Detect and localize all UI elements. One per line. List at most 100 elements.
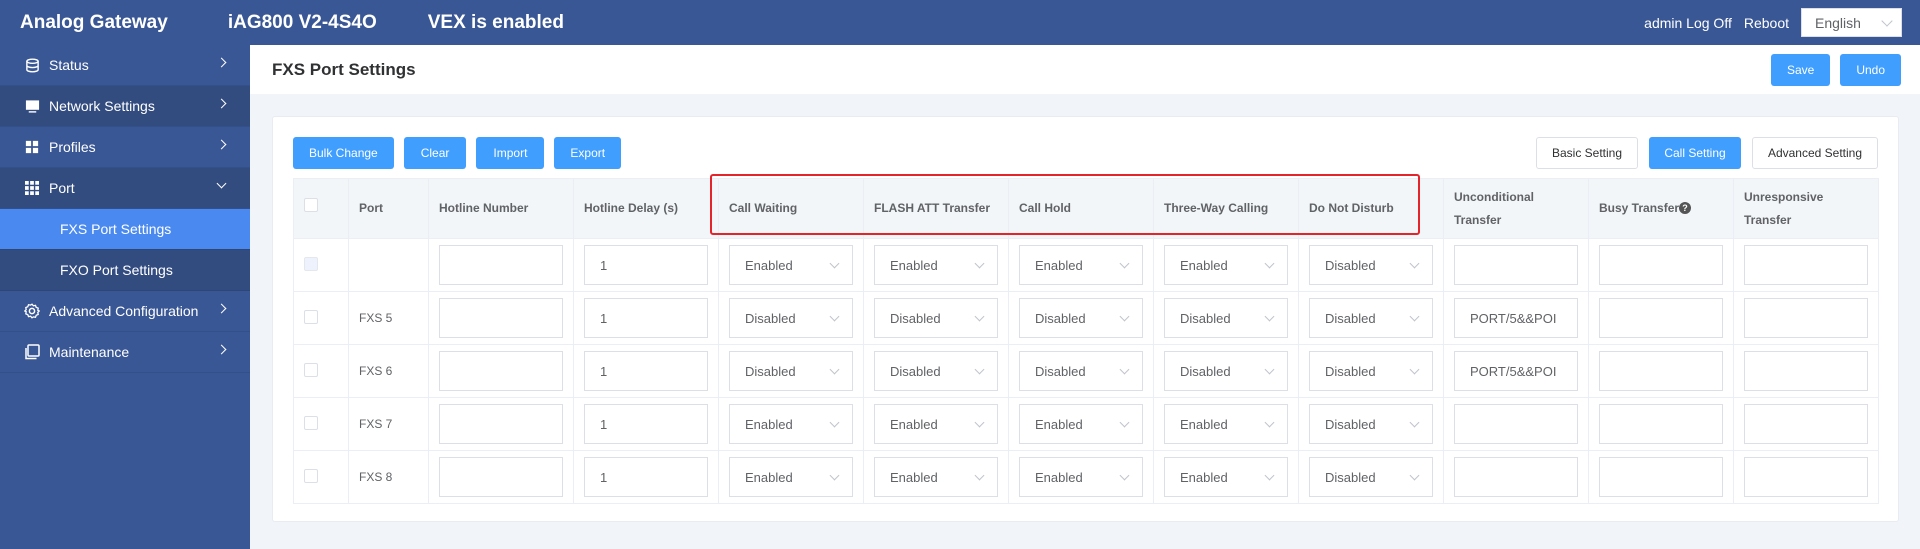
call-hold-select[interactable]: Enabled	[1019, 404, 1143, 444]
sidebar-item-fxo-port-settings[interactable]: FXO Port Settings	[0, 250, 250, 291]
dnd-select[interactable]: Disabled	[1309, 245, 1433, 285]
unresponsive-transfer-input[interactable]	[1744, 404, 1868, 444]
three-way-select[interactable]: Disabled	[1164, 351, 1288, 391]
flash-att-select[interactable]: Enabled	[874, 404, 998, 444]
sidebar-item-label: Port	[49, 180, 75, 196]
call-waiting-select[interactable]: Enabled	[729, 404, 853, 444]
three-way-select[interactable]: Enabled	[1164, 245, 1288, 285]
sidebar-item-network-settings[interactable]: Network Settings	[0, 86, 250, 127]
unresponsive-transfer-input[interactable]	[1744, 457, 1868, 497]
chevron-right-icon	[216, 344, 227, 355]
hotline-number-input[interactable]	[439, 404, 563, 444]
gear-icon	[24, 303, 40, 319]
dnd-select[interactable]: Disabled	[1309, 404, 1433, 444]
select-cell	[293, 397, 349, 451]
reboot-link[interactable]: Reboot	[1744, 15, 1789, 31]
busy-transfer-input[interactable]	[1599, 457, 1723, 497]
select-all-checkbox[interactable]	[304, 198, 318, 212]
call-hold-select[interactable]: Enabled	[1019, 245, 1143, 285]
hotline-number-cell	[428, 450, 574, 504]
hotline-delay-cell	[573, 344, 719, 398]
flash-att-cell: Enabled	[863, 397, 1009, 451]
busy-transfer-input[interactable]	[1599, 298, 1723, 338]
sidebar-item-advanced-configuration[interactable]: Advanced Configuration	[0, 291, 250, 332]
busy-transfer-input[interactable]	[1599, 404, 1723, 444]
unconditional-transfer-input[interactable]	[1454, 298, 1578, 338]
export-button[interactable]: Export	[554, 137, 622, 169]
row-checkbox[interactable]	[304, 309, 318, 324]
hotline-number-input[interactable]	[439, 298, 563, 338]
help-icon[interactable]: ?	[1679, 202, 1692, 214]
three-way-select[interactable]: Enabled	[1164, 457, 1288, 497]
save-button[interactable]: Save	[1770, 53, 1831, 86]
three-way-select[interactable]: Disabled	[1164, 298, 1288, 338]
dnd-select[interactable]: Disabled	[1309, 298, 1433, 338]
hotline-number-input[interactable]	[439, 457, 563, 497]
undo-button[interactable]: Undo	[1840, 53, 1901, 86]
busy-transfer-input[interactable]	[1599, 245, 1723, 285]
select-cell	[293, 450, 349, 504]
table-row: FXS 5 Disabled Disabled Disabled Disabled Dis…	[293, 291, 1879, 345]
unresponsive-transfer-input[interactable]	[1744, 351, 1868, 391]
row-checkbox[interactable]	[304, 362, 318, 377]
call-waiting-cell: Disabled	[718, 344, 864, 398]
tab-call-setting[interactable]: Call Setting	[1649, 137, 1741, 169]
sidebar-item-status[interactable]: Status	[0, 45, 250, 86]
flash-att-select[interactable]: Enabled	[874, 245, 998, 285]
chevron-down-icon	[829, 311, 840, 322]
sidebar-item-profiles[interactable]: Profiles	[0, 127, 250, 168]
call-hold-select[interactable]: Disabled	[1019, 351, 1143, 391]
row-checkbox[interactable]	[304, 415, 318, 430]
header-text: Transfer	[1744, 212, 1792, 227]
row-checkbox[interactable]	[304, 468, 318, 483]
select-value: Enabled	[745, 416, 793, 432]
sidebar-item-fxs-port-settings[interactable]: FXS Port Settings	[0, 209, 250, 250]
header-unconditional-transfer: Unconditional Transfer	[1443, 178, 1589, 239]
call-hold-select[interactable]: Disabled	[1019, 298, 1143, 338]
flash-att-select[interactable]: Disabled	[874, 298, 998, 338]
select-value: Enabled	[1180, 469, 1228, 485]
three-way-cell: Disabled	[1153, 291, 1299, 345]
call-hold-select[interactable]: Enabled	[1019, 457, 1143, 497]
dnd-select[interactable]: Disabled	[1309, 457, 1433, 497]
hotline-delay-input[interactable]	[584, 298, 708, 338]
hotline-delay-input[interactable]	[584, 351, 708, 391]
unresponsive-transfer-cell	[1733, 344, 1879, 398]
logoff-link[interactable]: admin Log Off	[1644, 15, 1732, 31]
unconditional-transfer-input[interactable]	[1454, 351, 1578, 391]
sidebar-item-port[interactable]: Port	[0, 168, 250, 209]
hotline-delay-input[interactable]	[584, 245, 708, 285]
select-value: Disabled	[745, 363, 796, 379]
import-button[interactable]: Import	[476, 137, 545, 169]
select-cell	[293, 291, 349, 345]
hotline-number-input[interactable]	[439, 351, 563, 391]
three-way-select[interactable]: Enabled	[1164, 404, 1288, 444]
hotline-delay-input[interactable]	[584, 404, 708, 444]
flash-att-select[interactable]: Disabled	[874, 351, 998, 391]
call-waiting-select[interactable]: Disabled	[729, 351, 853, 391]
unconditional-transfer-cell	[1443, 450, 1589, 504]
vex-status: VEX is enabled	[427, 11, 564, 33]
clear-button[interactable]: Clear	[403, 137, 467, 169]
unresponsive-transfer-input[interactable]	[1744, 298, 1868, 338]
hotline-number-input[interactable]	[439, 245, 563, 285]
call-waiting-select[interactable]: Enabled	[729, 245, 853, 285]
select-value: Enabled	[890, 469, 938, 485]
unconditional-transfer-input[interactable]	[1454, 457, 1578, 497]
call-waiting-select[interactable]: Disabled	[729, 298, 853, 338]
language-select[interactable]: English	[1801, 8, 1902, 37]
bulk-change-button[interactable]: Bulk Change	[293, 137, 394, 169]
busy-transfer-input[interactable]	[1599, 351, 1723, 391]
call-waiting-select[interactable]: Enabled	[729, 457, 853, 497]
unconditional-transfer-input[interactable]	[1454, 245, 1578, 285]
unresponsive-transfer-input[interactable]	[1744, 245, 1868, 285]
hotline-delay-input[interactable]	[584, 457, 708, 497]
chevron-down-icon	[216, 178, 227, 189]
flash-att-select[interactable]: Enabled	[874, 457, 998, 497]
sidebar-item-maintenance[interactable]: Maintenance	[0, 332, 250, 373]
tab-advanced-setting[interactable]: Advanced Setting	[1752, 137, 1878, 169]
dnd-select[interactable]: Disabled	[1309, 351, 1433, 391]
unconditional-transfer-input[interactable]	[1454, 404, 1578, 444]
unresponsive-transfer-cell	[1733, 238, 1879, 292]
tab-basic-setting[interactable]: Basic Setting	[1536, 137, 1638, 169]
